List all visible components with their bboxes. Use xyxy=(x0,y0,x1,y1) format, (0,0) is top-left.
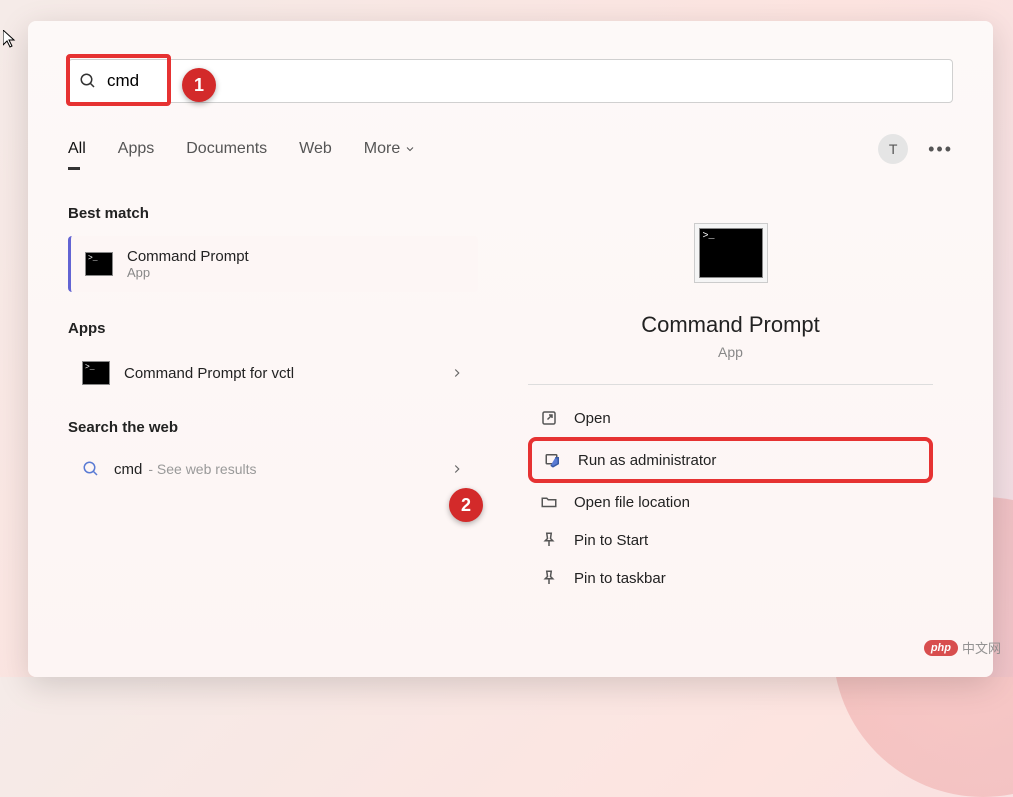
action-pin-to-start[interactable]: Pin to Start xyxy=(528,521,933,559)
divider xyxy=(528,384,933,385)
best-match-title: Command Prompt xyxy=(127,248,249,265)
chevron-right-icon xyxy=(450,462,464,476)
annotation-callout-1: 1 xyxy=(182,68,216,102)
tab-all[interactable]: All xyxy=(68,140,86,158)
command-prompt-icon xyxy=(82,361,110,385)
search-bar-container xyxy=(28,21,993,125)
watermark-text: 中文网 xyxy=(962,638,1001,657)
best-match-item[interactable]: Command Prompt App xyxy=(68,236,478,292)
tab-apps[interactable]: Apps xyxy=(118,140,154,158)
action-open-loc-label: Open file location xyxy=(574,494,690,511)
filter-tabs: All Apps Documents Web More T ••• xyxy=(28,125,993,173)
action-pin-to-taskbar[interactable]: Pin to taskbar xyxy=(528,559,933,597)
preview-actions: Open Run as administrator Open file loca… xyxy=(508,393,953,603)
open-external-icon xyxy=(540,409,558,427)
action-open[interactable]: Open xyxy=(528,399,933,437)
command-prompt-icon xyxy=(699,228,763,278)
web-heading: Search the web xyxy=(68,419,478,436)
search-icon xyxy=(79,72,97,90)
preview-subtitle: App xyxy=(508,344,953,360)
web-result-item[interactable]: cmd - See web results xyxy=(68,450,478,488)
folder-icon xyxy=(540,493,558,511)
shield-admin-icon xyxy=(544,451,562,469)
web-result-query: cmd xyxy=(114,461,142,478)
action-run-as-administrator[interactable]: Run as administrator xyxy=(528,437,933,483)
command-prompt-icon xyxy=(85,252,113,276)
mouse-cursor xyxy=(3,30,17,53)
tab-web[interactable]: Web xyxy=(299,140,332,158)
tab-more[interactable]: More xyxy=(364,140,416,158)
chevron-right-icon xyxy=(450,366,464,380)
watermark-badge: php xyxy=(924,640,958,656)
action-run-admin-label: Run as administrator xyxy=(578,452,716,469)
best-match-subtitle: App xyxy=(127,265,249,280)
app-result-item[interactable]: Command Prompt for vctl xyxy=(68,351,478,395)
pin-icon xyxy=(540,569,558,587)
overflow-menu-button[interactable]: ••• xyxy=(928,139,953,160)
apps-heading: Apps xyxy=(68,320,478,337)
preview-app-icon-frame xyxy=(694,223,768,283)
best-match-heading: Best match xyxy=(68,205,478,222)
action-pin-taskbar-label: Pin to taskbar xyxy=(574,570,666,587)
tab-documents[interactable]: Documents xyxy=(186,140,267,158)
windows-search-panel: All Apps Documents Web More T ••• Best m… xyxy=(28,21,993,677)
action-open-label: Open xyxy=(574,410,611,427)
pin-icon xyxy=(540,531,558,549)
web-result-hint: - See web results xyxy=(148,461,256,477)
annotation-callout-2: 2 xyxy=(449,488,483,522)
app-result-label: Command Prompt for vctl xyxy=(124,365,294,382)
watermark: php 中文网 xyxy=(924,638,1001,657)
preview-title: Command Prompt xyxy=(508,312,953,338)
search-icon xyxy=(82,460,100,478)
action-pin-start-label: Pin to Start xyxy=(574,532,648,549)
user-avatar[interactable]: T xyxy=(878,134,908,164)
results-left-column: Best match Command Prompt App Apps Comma… xyxy=(68,205,478,669)
preview-pane: Command Prompt App Open Run as administr… xyxy=(508,205,953,669)
search-input[interactable] xyxy=(107,71,942,91)
best-match-text: Command Prompt App xyxy=(127,248,249,280)
action-open-file-location[interactable]: Open file location xyxy=(528,483,933,521)
tab-more-label: More xyxy=(364,140,400,158)
chevron-down-icon xyxy=(404,143,416,155)
results-content: Best match Command Prompt App Apps Comma… xyxy=(28,173,993,669)
